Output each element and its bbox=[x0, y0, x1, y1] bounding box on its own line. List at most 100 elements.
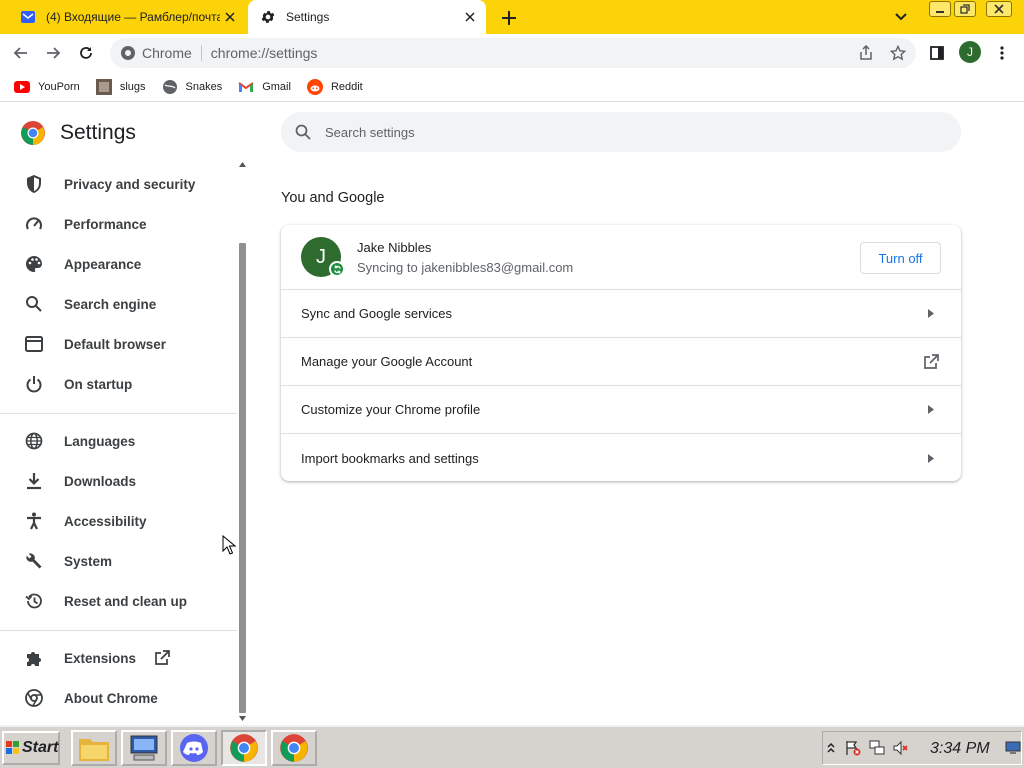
sidebar-item-label: Accessibility bbox=[64, 513, 147, 529]
history-icon bbox=[23, 590, 45, 612]
profile-avatar-button[interactable]: J bbox=[959, 41, 981, 63]
sync-icon bbox=[329, 261, 345, 277]
restore-button[interactable] bbox=[954, 1, 976, 17]
you-and-google-card: J Jake Nibbles Syncing to jakenibbles83@… bbox=[281, 225, 961, 481]
taskbar-chrome-active[interactable] bbox=[221, 730, 267, 766]
browser-toolbar: Chrome chrome://settings J bbox=[0, 34, 1024, 72]
arrow-right-icon bbox=[921, 400, 941, 420]
settings-header: Settings bbox=[20, 120, 136, 146]
sidebar-item-label: Appearance bbox=[64, 256, 142, 272]
sidebar-item-performance[interactable]: Performance bbox=[0, 204, 237, 244]
reddit-icon bbox=[306, 78, 323, 95]
bookmark-snakes[interactable]: Snakes bbox=[162, 79, 223, 95]
back-button[interactable] bbox=[11, 43, 31, 63]
sidebar-item-label: About Chrome bbox=[64, 690, 158, 706]
discord-icon bbox=[179, 733, 209, 763]
sidebar-item-languages[interactable]: Languages bbox=[0, 421, 237, 461]
tab-settings[interactable]: Settings bbox=[248, 0, 486, 34]
minimize-button[interactable] bbox=[929, 1, 951, 17]
bookmark-reddit[interactable]: Reddit bbox=[306, 78, 363, 95]
menu-kebab-icon[interactable] bbox=[992, 43, 1012, 63]
profile-name: Jake Nibbles bbox=[357, 240, 432, 255]
browser-icon bbox=[23, 333, 45, 355]
section-title: You and Google bbox=[281, 190, 385, 206]
close-window-button[interactable] bbox=[986, 1, 1012, 17]
bookmark-gmail[interactable]: Gmail bbox=[238, 79, 291, 95]
row-label: Manage your Google Account bbox=[301, 354, 473, 369]
sidebar-item-label: On startup bbox=[64, 376, 133, 392]
wrench-icon bbox=[23, 550, 45, 572]
chevron-down-icon[interactable] bbox=[894, 9, 914, 25]
sidebar-item-label: Default browser bbox=[64, 336, 167, 352]
flag-alert-icon[interactable] bbox=[845, 740, 861, 756]
new-tab-button[interactable] bbox=[498, 7, 520, 29]
speedometer-icon bbox=[23, 213, 45, 235]
turn-off-sync-button[interactable]: Turn off bbox=[860, 242, 941, 274]
close-icon[interactable] bbox=[460, 7, 480, 27]
row-customize-profile[interactable]: Customize your Chrome profile bbox=[281, 386, 961, 434]
globe-icon bbox=[23, 430, 45, 452]
row-sync-google-services[interactable]: Sync and Google services bbox=[281, 290, 961, 338]
search-icon bbox=[23, 293, 45, 315]
share-icon[interactable] bbox=[856, 43, 876, 63]
accessibility-icon bbox=[23, 510, 45, 532]
row-manage-google-account[interactable]: Manage your Google Account bbox=[281, 338, 961, 386]
chrome-icon bbox=[120, 45, 136, 61]
forward-button[interactable] bbox=[43, 43, 63, 63]
sidebar-item-default-browser[interactable]: Default browser bbox=[0, 324, 237, 364]
site-chip[interactable]: Chrome bbox=[120, 45, 192, 61]
reload-button[interactable] bbox=[76, 43, 96, 63]
sidebar-divider bbox=[0, 413, 237, 414]
monitor-icon[interactable] bbox=[1005, 741, 1021, 755]
taskbar-discord[interactable] bbox=[171, 730, 217, 766]
bookmark-youporn[interactable]: YouPorn bbox=[14, 79, 80, 95]
sidebar-item-appearance[interactable]: Appearance bbox=[0, 244, 237, 284]
scroll-down-arrow-icon[interactable] bbox=[239, 716, 246, 721]
download-icon bbox=[23, 470, 45, 492]
tray-expand-icon[interactable] bbox=[827, 742, 835, 754]
sidebar-item-on-startup[interactable]: On startup bbox=[0, 364, 237, 404]
sidebar-item-reset[interactable]: Reset and clean up bbox=[0, 581, 237, 621]
sidebar-item-label: System bbox=[64, 553, 113, 569]
bookmark-slugs[interactable]: slugs bbox=[95, 78, 146, 95]
scroll-up-arrow-icon[interactable] bbox=[239, 162, 246, 167]
mouse-cursor-icon bbox=[222, 535, 236, 555]
taskbar: Start 3:34 PM bbox=[0, 725, 1024, 768]
address-bar[interactable]: Chrome chrome://settings bbox=[110, 38, 916, 68]
sidebar-item-label: Languages bbox=[64, 433, 136, 449]
search-input[interactable] bbox=[325, 124, 925, 140]
sidebar-item-system[interactable]: System bbox=[0, 541, 237, 581]
close-icon[interactable] bbox=[220, 7, 240, 27]
network-icon[interactable] bbox=[869, 740, 885, 756]
sidebar-item-extensions[interactable]: Extensions bbox=[0, 638, 237, 678]
bookmark-label: YouPorn bbox=[38, 80, 80, 93]
taskbar-computer[interactable] bbox=[121, 730, 167, 766]
bookmark-label: Snakes bbox=[185, 80, 223, 93]
sidebar-item-search-engine[interactable]: Search engine bbox=[0, 284, 237, 324]
palette-icon bbox=[23, 253, 45, 275]
gmail-icon bbox=[238, 79, 254, 95]
computer-icon bbox=[128, 734, 160, 762]
start-button[interactable]: Start bbox=[2, 731, 60, 765]
avatar-initial: J bbox=[967, 45, 973, 59]
tab-mail[interactable]: (4) Входящие — Рамблер/почта bbox=[8, 0, 246, 34]
arrow-right-icon bbox=[921, 304, 941, 324]
clock: 3:34 PM bbox=[930, 740, 990, 757]
arrow-right-icon bbox=[921, 448, 941, 468]
sidebar-item-accessibility[interactable]: Accessibility bbox=[0, 501, 237, 541]
power-icon bbox=[23, 373, 45, 395]
sidebar-item-privacy[interactable]: Privacy and security bbox=[0, 164, 237, 204]
bookmark-star-icon[interactable] bbox=[888, 43, 908, 63]
sidebar-scrollbar[interactable] bbox=[237, 160, 249, 725]
taskbar-file-explorer[interactable] bbox=[71, 730, 117, 766]
url-text[interactable]: chrome://settings bbox=[211, 45, 318, 61]
side-panel-icon[interactable] bbox=[927, 43, 947, 63]
sidebar-item-downloads[interactable]: Downloads bbox=[0, 461, 237, 501]
search-settings-box[interactable] bbox=[281, 112, 961, 152]
scrollbar-thumb[interactable] bbox=[239, 243, 246, 713]
volume-muted-icon[interactable] bbox=[893, 740, 909, 756]
start-label: Start bbox=[22, 739, 59, 756]
row-import-bookmarks[interactable]: Import bookmarks and settings bbox=[281, 434, 961, 482]
sidebar-item-about-chrome[interactable]: About Chrome bbox=[0, 678, 237, 718]
taskbar-chrome[interactable] bbox=[271, 730, 317, 766]
